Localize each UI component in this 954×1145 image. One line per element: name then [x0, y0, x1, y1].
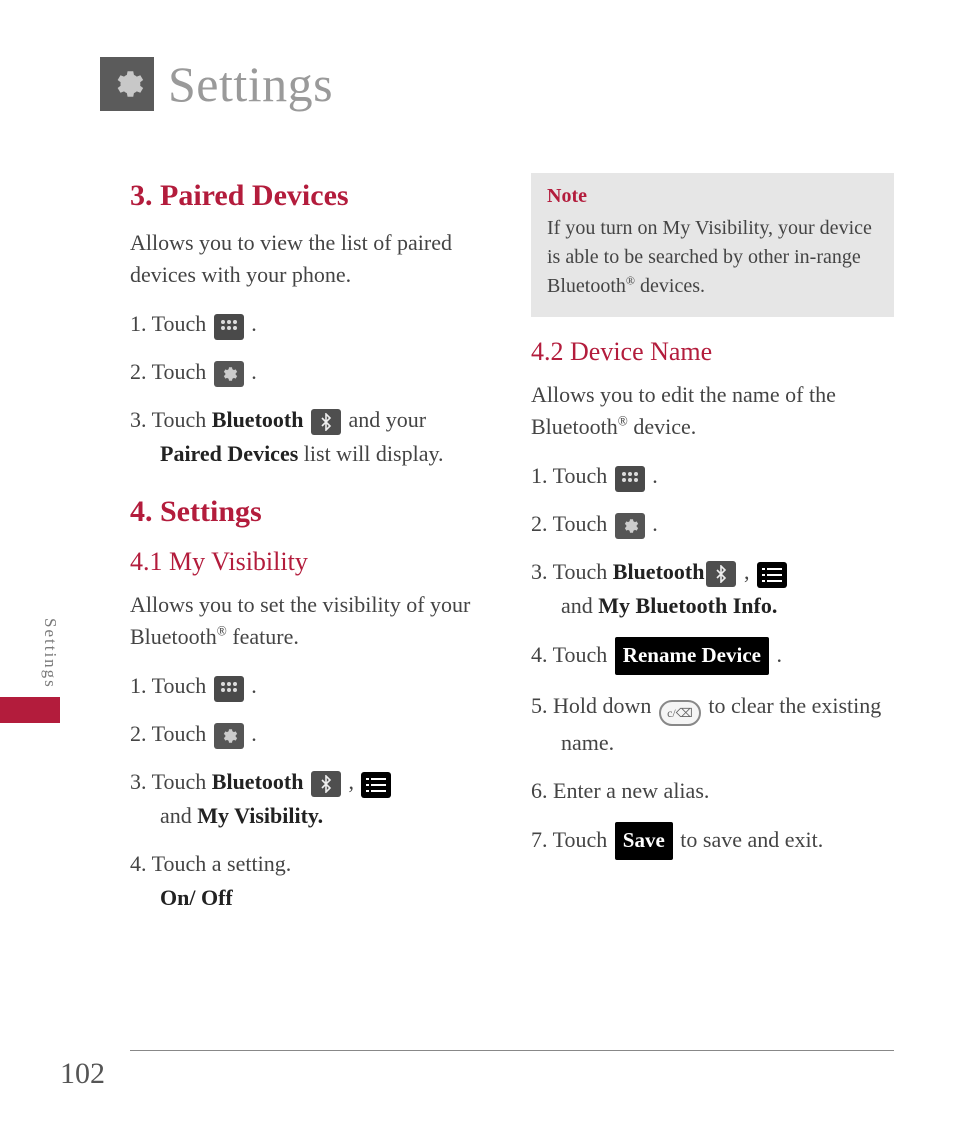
subsection-heading-visibility: 4.1 My Visibility — [130, 547, 493, 577]
footer-rule — [130, 1050, 894, 1051]
page-header: Settings — [100, 55, 894, 113]
gear-icon — [615, 513, 645, 539]
save-button-label: Save — [615, 822, 673, 860]
list-menu-icon — [361, 772, 391, 798]
content-columns: 3. Paired Devices Allows you to view the… — [130, 173, 894, 940]
step: Touch . — [130, 669, 493, 703]
gear-icon — [100, 57, 154, 111]
page-number: 102 — [60, 1057, 894, 1091]
step: Touch Save to save and exit. — [531, 822, 894, 860]
step: Touch Bluetooth and your Paired Devices … — [130, 403, 493, 471]
clear-key-icon: c/⌫ — [659, 700, 701, 726]
section3-steps: Touch . Touch . Touch Bluetooth and your… — [130, 307, 493, 471]
section41-steps: Touch . Touch . Touch Bluetooth , and My… — [130, 669, 493, 916]
step: Touch . — [531, 507, 894, 541]
note-box: Note If you turn on My Visibility, your … — [531, 173, 894, 317]
bluetooth-icon — [706, 561, 736, 587]
bluetooth-icon — [311, 409, 341, 435]
subsection-heading-device-name: 4.2 Device Name — [531, 337, 894, 367]
step: Touch . — [130, 717, 493, 751]
note-title: Note — [547, 185, 878, 208]
step: Touch a setting. On/ Off — [130, 847, 493, 915]
list-menu-icon — [757, 562, 787, 588]
section42-steps: Touch . Touch . Touch Bluetooth , and My… — [531, 459, 894, 860]
step: Enter a new alias. — [531, 774, 894, 808]
step: Touch . — [130, 307, 493, 341]
side-tab-marker — [0, 697, 60, 723]
left-column: 3. Paired Devices Allows you to view the… — [130, 173, 493, 940]
step: Touch . — [531, 459, 894, 493]
apps-grid-icon — [615, 466, 645, 492]
step: Touch Rename Device . — [531, 637, 894, 675]
page-title: Settings — [168, 55, 333, 113]
section41-intro: Allows you to set the visibility of your… — [130, 589, 493, 653]
step: Hold down c/⌫ to clear the existing name… — [531, 689, 894, 760]
gear-icon — [214, 361, 244, 387]
step: Touch Bluetooth , and My Visibility. — [130, 765, 493, 833]
right-column: Note If you turn on My Visibility, your … — [531, 173, 894, 940]
section-heading-paired-devices: 3. Paired Devices — [130, 179, 493, 213]
section-heading-settings: 4. Settings — [130, 495, 493, 529]
step: Touch Bluetooth , and My Bluetooth Info. — [531, 555, 894, 623]
side-tab: Settings — [40, 618, 60, 723]
section3-intro: Allows you to view the list of paired de… — [130, 227, 493, 291]
bluetooth-icon — [311, 771, 341, 797]
gear-icon — [214, 723, 244, 749]
side-tab-label: Settings — [40, 618, 60, 689]
manual-page: Settings 3. Paired Devices Allows you to… — [0, 0, 954, 1145]
apps-grid-icon — [214, 314, 244, 340]
page-footer: 102 — [60, 1050, 894, 1091]
note-body: If you turn on My Visibility, your devic… — [547, 214, 878, 301]
rename-device-button-label: Rename Device — [615, 637, 769, 675]
section42-intro: Allows you to edit the name of the Bluet… — [531, 379, 894, 443]
apps-grid-icon — [214, 676, 244, 702]
step: Touch . — [130, 355, 493, 389]
